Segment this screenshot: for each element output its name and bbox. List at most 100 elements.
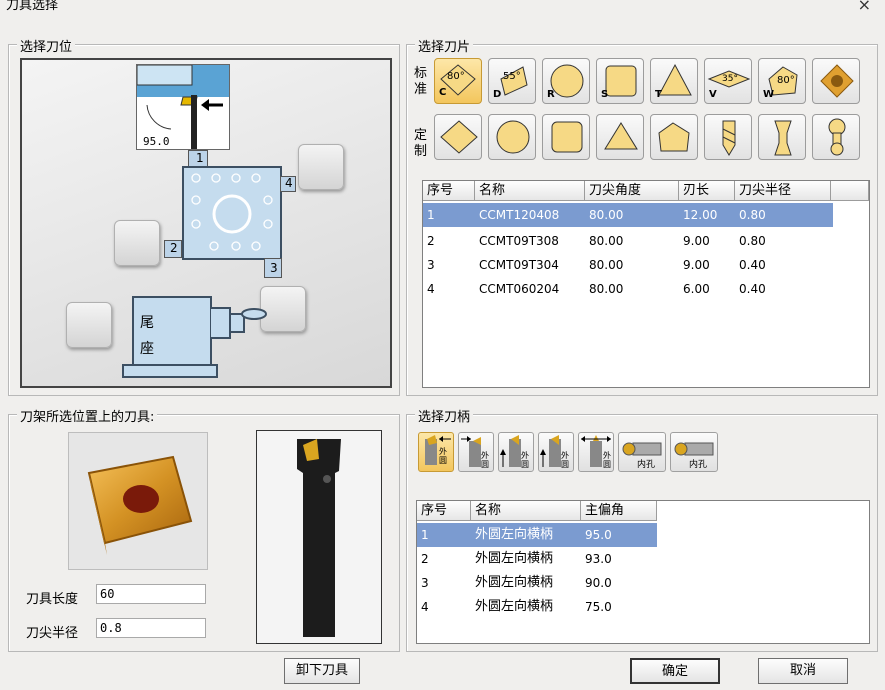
thread-insert-icon bbox=[820, 64, 854, 98]
insert-table: 序号 名称 刀尖角度 刃长 刀尖半径 1 CCMT120408 80.00 12… bbox=[422, 180, 870, 388]
holder-col-angle[interactable]: 主偏角 bbox=[581, 501, 657, 521]
holder-preview-icon bbox=[297, 439, 341, 637]
cell-name: CCMT09T304 bbox=[479, 258, 559, 272]
table-row[interactable]: 2 外圆左向横柄 93.0 bbox=[417, 547, 657, 571]
holder-button-4[interactable]: 外圆 bbox=[538, 432, 574, 472]
cell-index: 2 bbox=[421, 552, 429, 566]
nose-radius-input[interactable] bbox=[96, 618, 206, 638]
cell-index: 4 bbox=[421, 600, 429, 614]
position-3-label: 3 bbox=[270, 261, 278, 275]
cell-index: 3 bbox=[427, 258, 435, 272]
table-row[interactable]: 2 CCMT09T308 80.00 9.00 0.80 bbox=[423, 229, 833, 253]
insert-w-letter: W bbox=[763, 89, 775, 100]
custom-round-button[interactable] bbox=[488, 114, 536, 160]
tailstock-base bbox=[122, 364, 218, 378]
turret-diagram: 95.0 1 4 2 3 尾 座 bbox=[20, 58, 392, 388]
table-row[interactable]: 4 外圆左向横柄 75.0 bbox=[417, 595, 657, 619]
cell-name: 外圆左向横柄 bbox=[475, 551, 554, 566]
ok-button[interactable]: 确定 bbox=[630, 658, 720, 684]
insert-d-button[interactable]: 55° D bbox=[488, 58, 536, 104]
custom-rhombus-icon bbox=[440, 120, 478, 154]
holder-button-6[interactable]: 内孔 bbox=[618, 432, 666, 472]
cell-name: 外圆左向横柄 bbox=[475, 599, 554, 614]
insert-w-button[interactable]: 80° W bbox=[758, 58, 806, 104]
close-icon[interactable]: × bbox=[858, 0, 871, 14]
window-title: 刀具选择 bbox=[6, 0, 59, 13]
custom-label-2: 制 bbox=[414, 144, 428, 159]
position-1-tool-view[interactable]: 95.0 bbox=[136, 64, 230, 150]
holder-6-sub: 内孔 bbox=[637, 460, 656, 470]
position-4-slot[interactable] bbox=[298, 144, 344, 190]
holder-col-index[interactable]: 序号 bbox=[417, 501, 471, 521]
standard-label: 标 准 bbox=[414, 66, 428, 98]
insert-v-letter: V bbox=[709, 89, 717, 100]
insert-r-letter: R bbox=[547, 89, 555, 100]
cell-angle: 80.00 bbox=[589, 258, 624, 272]
tailstock-quill bbox=[210, 307, 267, 339]
holder-table: 序号 名称 主偏角 1 外圆左向横柄 95.0 2 外圆左向横柄 93.0 3 … bbox=[416, 500, 870, 644]
position-2-slot[interactable] bbox=[114, 220, 160, 266]
cell-angle: 93.0 bbox=[585, 552, 612, 566]
cell-length: 9.00 bbox=[683, 258, 710, 272]
position-2-label: 2 bbox=[170, 241, 178, 255]
cell-index: 2 bbox=[427, 234, 435, 248]
holder-2-sub: 外圆 bbox=[481, 451, 489, 469]
insert-col-index[interactable]: 序号 bbox=[423, 181, 475, 201]
tool-angle-text: 95.0 bbox=[143, 135, 170, 148]
insert-preview bbox=[68, 432, 208, 570]
holder-7-sub: 内孔 bbox=[689, 460, 708, 470]
unload-tool-button[interactable]: 卸下刀具 bbox=[284, 658, 360, 684]
insert-col-name[interactable]: 名称 bbox=[475, 181, 585, 201]
custom-pentagon-button[interactable] bbox=[650, 114, 698, 160]
cell-angle: 80.00 bbox=[589, 208, 624, 222]
custom-label-1: 定 bbox=[414, 128, 428, 143]
cell-angle: 75.0 bbox=[585, 600, 612, 614]
cell-length: 12.00 bbox=[683, 208, 718, 222]
holder-button-2[interactable]: 外圆 bbox=[458, 432, 494, 472]
cancel-button[interactable]: 取消 bbox=[758, 658, 848, 684]
insert-d-angle: 55° bbox=[503, 71, 521, 82]
tool-length-input[interactable] bbox=[96, 584, 206, 604]
custom-square-button[interactable] bbox=[542, 114, 590, 160]
table-row[interactable]: 1 CCMT120408 80.00 12.00 0.80 bbox=[423, 203, 833, 227]
insert-w-angle: 80° bbox=[777, 75, 795, 86]
grooving-bar-icon bbox=[774, 120, 792, 156]
grooving-bar-button[interactable] bbox=[758, 114, 806, 160]
insert-c-button[interactable]: 80° C bbox=[434, 58, 482, 104]
standard-label-2: 准 bbox=[414, 82, 428, 97]
insert-col-length[interactable]: 刃长 bbox=[679, 181, 735, 201]
position-4-label: 4 bbox=[285, 176, 293, 190]
holder-col-name[interactable]: 名称 bbox=[471, 501, 581, 521]
tailstock-slot[interactable] bbox=[66, 302, 112, 348]
holder-button-5[interactable]: 外圆 bbox=[578, 432, 614, 472]
holder-1-sub: 外圆 bbox=[439, 447, 447, 465]
position-1-label: 1 bbox=[196, 151, 204, 165]
custom-triangle-button[interactable] bbox=[596, 114, 644, 160]
insert-col-radius[interactable]: 刀尖半径 bbox=[735, 181, 831, 201]
drill-button[interactable] bbox=[704, 114, 752, 160]
tailstock-label-1: 尾 bbox=[140, 315, 154, 331]
holder-group-label: 选择刀柄 bbox=[415, 406, 474, 425]
table-row[interactable]: 3 外圆左向横柄 90.0 bbox=[417, 571, 657, 595]
holder-button-1[interactable]: 外圆 bbox=[418, 432, 454, 472]
insert-s-button[interactable]: S bbox=[596, 58, 644, 104]
table-row[interactable]: 4 CCMT060204 80.00 6.00 0.40 bbox=[423, 277, 833, 301]
table-row[interactable]: 1 外圆左向横柄 95.0 bbox=[417, 523, 657, 547]
insert-thread-button[interactable] bbox=[812, 58, 860, 104]
insert-col-angle[interactable]: 刀尖角度 bbox=[585, 181, 679, 201]
insert-t-button[interactable]: T bbox=[650, 58, 698, 104]
insert-s-letter: S bbox=[601, 89, 609, 100]
table-row[interactable]: 3 CCMT09T304 80.00 9.00 0.40 bbox=[423, 253, 833, 277]
cell-radius: 0.80 bbox=[739, 234, 766, 248]
custom-rhombus-button[interactable] bbox=[434, 114, 482, 160]
cell-name: 外圆左向横柄 bbox=[475, 575, 554, 590]
boring-bar-button[interactable] bbox=[812, 114, 860, 160]
holder-button-3[interactable]: 外圆 bbox=[498, 432, 534, 472]
insert-r-button[interactable]: R bbox=[542, 58, 590, 104]
insert-v-angle: 35° bbox=[722, 74, 738, 84]
cell-angle: 95.0 bbox=[585, 528, 612, 542]
custom-label: 定 制 bbox=[414, 128, 428, 160]
cell-radius: 0.40 bbox=[739, 282, 766, 296]
holder-button-7[interactable]: 内孔 bbox=[670, 432, 718, 472]
insert-v-button[interactable]: 35° V bbox=[704, 58, 752, 104]
